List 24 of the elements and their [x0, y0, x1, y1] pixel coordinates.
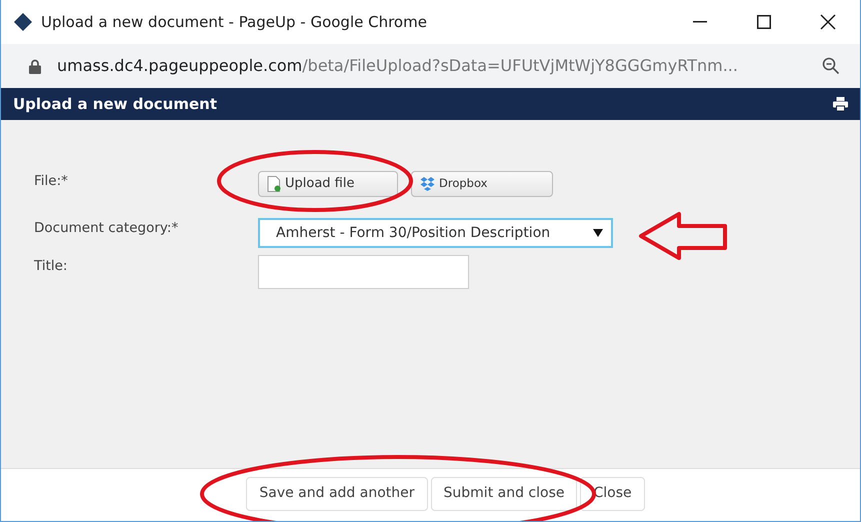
- dropdown-arrow-icon: [593, 229, 603, 237]
- category-value: Amherst - Form 30/Position Description: [276, 224, 550, 242]
- file-add-icon: [267, 176, 281, 192]
- minimize-icon: [693, 21, 707, 23]
- window-title: Upload a new document - PageUp - Google Chrome: [41, 12, 427, 33]
- maximize-icon: [757, 15, 771, 29]
- title-field[interactable]: [258, 255, 469, 289]
- dropbox-icon: [420, 177, 435, 191]
- footer-button[interactable]: Submit and close: [430, 476, 578, 510]
- dialog-title: Upload a new document: [13, 94, 217, 115]
- zoom-icon[interactable]: [822, 57, 840, 75]
- url-text: umass.dc4.pageuppeople.com/beta/FileUpload?sData=UFUtVjMtWjY8GGGmyRTnm...: [57, 55, 738, 77]
- footer-button[interactable]: Save and add another: [246, 476, 428, 510]
- address-bar[interactable]: umass.dc4.pageuppeople.com/beta/FileUpload?sData=UFUtVjMtWjY8GGGmyRTnm...: [1, 44, 860, 88]
- category-dropdown[interactable]: Amherst - Form 30/Position Description: [258, 218, 613, 248]
- category-label: Document category:*: [34, 219, 178, 238]
- title-label: Title:: [34, 257, 68, 276]
- close-icon: [820, 14, 836, 30]
- file-label: File:*: [34, 172, 68, 191]
- dropbox-button[interactable]: Dropbox: [411, 171, 553, 197]
- print-icon[interactable]: [833, 97, 848, 111]
- upload-file-button[interactable]: Upload file: [258, 171, 398, 197]
- app-logo-icon: [13, 12, 33, 32]
- lock-icon: [29, 58, 41, 74]
